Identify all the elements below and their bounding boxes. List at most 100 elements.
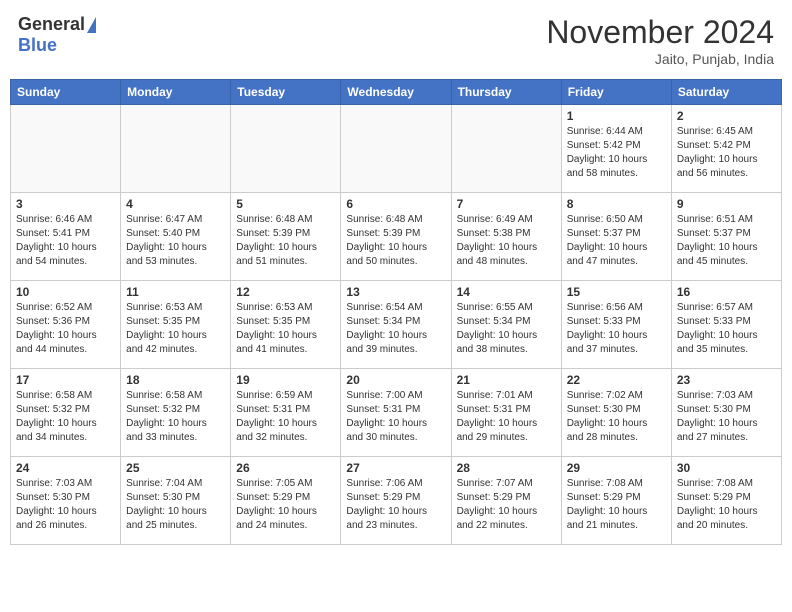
logo: General Blue: [18, 14, 96, 56]
day-number: 8: [567, 197, 666, 211]
day-cell-2: 2 Sunrise: 6:45 AM Sunset: 5:42 PM Daylig…: [671, 105, 781, 193]
day-info: Sunrise: 7:01 AM Sunset: 5:31 PM Dayligh…: [457, 389, 556, 445]
day-info: Sunrise: 7:05 AM Sunset: 5:29 PM Dayligh…: [236, 477, 335, 533]
weekday-header-friday: Friday: [561, 80, 671, 105]
day-number: 9: [677, 197, 776, 211]
day-number: 23: [677, 373, 776, 387]
day-info: Sunrise: 7:06 AM Sunset: 5:29 PM Dayligh…: [346, 477, 445, 533]
week-row-2: 3 Sunrise: 6:46 AM Sunset: 5:41 PM Daylig…: [11, 193, 782, 281]
day-cell-13: 13 Sunrise: 6:54 AM Sunset: 5:34 PM Dayli…: [341, 281, 451, 369]
day-number: 27: [346, 461, 445, 475]
day-info: Sunrise: 7:02 AM Sunset: 5:30 PM Dayligh…: [567, 389, 666, 445]
day-info: Sunrise: 6:53 AM Sunset: 5:35 PM Dayligh…: [236, 301, 335, 357]
day-info: Sunrise: 6:55 AM Sunset: 5:34 PM Dayligh…: [457, 301, 556, 357]
day-number: 2: [677, 109, 776, 123]
day-cell-21: 21 Sunrise: 7:01 AM Sunset: 5:31 PM Dayli…: [451, 369, 561, 457]
day-cell-23: 23Sunrise: 7:03 AM Sunset: 5:30 PM Dayli…: [671, 369, 781, 457]
day-info: Sunrise: 6:44 AM Sunset: 5:42 PM Dayligh…: [567, 125, 666, 181]
day-cell-27: 27 Sunrise: 7:06 AM Sunset: 5:29 PM Dayli…: [341, 457, 451, 545]
day-info: Sunrise: 6:57 AM Sunset: 5:33 PM Dayligh…: [677, 301, 776, 357]
day-cell-17: 17 Sunrise: 6:58 AM Sunset: 5:32 PM Dayli…: [11, 369, 121, 457]
day-number: 12: [236, 285, 335, 299]
day-cell-12: 12 Sunrise: 6:53 AM Sunset: 5:35 PM Dayli…: [231, 281, 341, 369]
day-number: 24: [16, 461, 115, 475]
day-info: Sunrise: 6:45 AM Sunset: 5:42 PM Dayligh…: [677, 125, 776, 181]
day-number: 10: [16, 285, 115, 299]
day-info: Sunrise: 6:54 AM Sunset: 5:34 PM Dayligh…: [346, 301, 445, 357]
day-cell-30: 30 Sunrise: 7:08 AM Sunset: 5:29 PM Dayli…: [671, 457, 781, 545]
day-cell-15: 15Sunrise: 6:56 AM Sunset: 5:33 PM Dayli…: [561, 281, 671, 369]
weekday-header-wednesday: Wednesday: [341, 80, 451, 105]
day-cell-1: 1 Sunrise: 6:44 AM Sunset: 5:42 PM Daylig…: [561, 105, 671, 193]
day-cell-5: 5 Sunrise: 6:48 AM Sunset: 5:39 PM Daylig…: [231, 193, 341, 281]
day-number: 17: [16, 373, 115, 387]
day-info: Sunrise: 7:00 AM Sunset: 5:31 PM Dayligh…: [346, 389, 445, 445]
day-cell-19: 19Sunrise: 6:59 AM Sunset: 5:31 PM Dayli…: [231, 369, 341, 457]
day-info: Sunrise: 6:46 AM Sunset: 5:41 PM Dayligh…: [16, 213, 115, 269]
day-info: Sunrise: 6:48 AM Sunset: 5:39 PM Dayligh…: [236, 213, 335, 269]
day-number: 5: [236, 197, 335, 211]
day-cell-7: 7 Sunrise: 6:49 AM Sunset: 5:38 PM Daylig…: [451, 193, 561, 281]
day-info: Sunrise: 6:49 AM Sunset: 5:38 PM Dayligh…: [457, 213, 556, 269]
day-cell-10: 10 Sunrise: 6:52 AM Sunset: 5:36 PM Dayli…: [11, 281, 121, 369]
day-cell-29: 29Sunrise: 7:08 AM Sunset: 5:29 PM Dayli…: [561, 457, 671, 545]
day-number: 21: [457, 373, 556, 387]
day-cell-20: 20 Sunrise: 7:00 AM Sunset: 5:31 PM Dayli…: [341, 369, 451, 457]
logo-blue-text: Blue: [18, 35, 57, 56]
day-cell-4: 4 Sunrise: 6:47 AM Sunset: 5:40 PM Daylig…: [121, 193, 231, 281]
day-number: 4: [126, 197, 225, 211]
day-cell-11: 11 Sunrise: 6:53 AM Sunset: 5:35 PM Dayli…: [121, 281, 231, 369]
day-info: Sunrise: 6:53 AM Sunset: 5:35 PM Dayligh…: [126, 301, 225, 357]
day-number: 6: [346, 197, 445, 211]
day-info: Sunrise: 7:08 AM Sunset: 5:29 PM Dayligh…: [677, 477, 776, 533]
day-info: Sunrise: 6:51 AM Sunset: 5:37 PM Dayligh…: [677, 213, 776, 269]
day-cell-3: 3 Sunrise: 6:46 AM Sunset: 5:41 PM Daylig…: [11, 193, 121, 281]
day-info: Sunrise: 7:07 AM Sunset: 5:29 PM Dayligh…: [457, 477, 556, 533]
month-title: November 2024: [546, 14, 774, 51]
day-info: Sunrise: 6:47 AM Sunset: 5:40 PM Dayligh…: [126, 213, 225, 269]
day-info: Sunrise: 7:04 AM Sunset: 5:30 PM Dayligh…: [126, 477, 225, 533]
weekday-header-saturday: Saturday: [671, 80, 781, 105]
weekday-header-sunday: Sunday: [11, 80, 121, 105]
day-cell-6: 6 Sunrise: 6:48 AM Sunset: 5:39 PM Daylig…: [341, 193, 451, 281]
day-number: 13: [346, 285, 445, 299]
day-cell-9: 9 Sunrise: 6:51 AM Sunset: 5:37 PM Daylig…: [671, 193, 781, 281]
page-header: General Blue November 2024 Jaito, Punjab…: [10, 10, 782, 71]
day-number: 7: [457, 197, 556, 211]
empty-cell: [451, 105, 561, 193]
day-number: 1: [567, 109, 666, 123]
weekday-header-monday: Monday: [121, 80, 231, 105]
day-cell-24: 24 Sunrise: 7:03 AM Sunset: 5:30 PM Dayli…: [11, 457, 121, 545]
day-number: 26: [236, 461, 335, 475]
week-row-1: 1 Sunrise: 6:44 AM Sunset: 5:42 PM Daylig…: [11, 105, 782, 193]
day-cell-26: 26 Sunrise: 7:05 AM Sunset: 5:29 PM Dayli…: [231, 457, 341, 545]
empty-cell: [341, 105, 451, 193]
day-number: 11: [126, 285, 225, 299]
day-info: Sunrise: 6:52 AM Sunset: 5:36 PM Dayligh…: [16, 301, 115, 357]
location-label: Jaito, Punjab, India: [546, 51, 774, 67]
week-row-3: 10 Sunrise: 6:52 AM Sunset: 5:36 PM Dayli…: [11, 281, 782, 369]
empty-cell: [231, 105, 341, 193]
day-number: 19: [236, 373, 335, 387]
weekday-header-thursday: Thursday: [451, 80, 561, 105]
day-number: 3: [16, 197, 115, 211]
day-info: Sunrise: 6:48 AM Sunset: 5:39 PM Dayligh…: [346, 213, 445, 269]
title-area: November 2024 Jaito, Punjab, India: [546, 14, 774, 67]
empty-cell: [11, 105, 121, 193]
day-number: 20: [346, 373, 445, 387]
day-number: 14: [457, 285, 556, 299]
empty-cell: [121, 105, 231, 193]
day-cell-18: 18Sunrise: 6:58 AM Sunset: 5:32 PM Dayli…: [121, 369, 231, 457]
day-info: Sunrise: 7:03 AM Sunset: 5:30 PM Dayligh…: [16, 477, 115, 533]
day-info: Sunrise: 6:58 AM Sunset: 5:32 PM Dayligh…: [126, 389, 225, 445]
day-number: 29: [567, 461, 666, 475]
day-number: 16: [677, 285, 776, 299]
day-info: Sunrise: 6:58 AM Sunset: 5:32 PM Dayligh…: [16, 389, 115, 445]
day-number: 15: [567, 285, 666, 299]
weekday-header-row: SundayMondayTuesdayWednesdayThursdayFrid…: [11, 80, 782, 105]
day-number: 30: [677, 461, 776, 475]
day-number: 28: [457, 461, 556, 475]
day-number: 22: [567, 373, 666, 387]
day-cell-16: 16 Sunrise: 6:57 AM Sunset: 5:33 PM Dayli…: [671, 281, 781, 369]
logo-general-text: General: [18, 14, 85, 35]
